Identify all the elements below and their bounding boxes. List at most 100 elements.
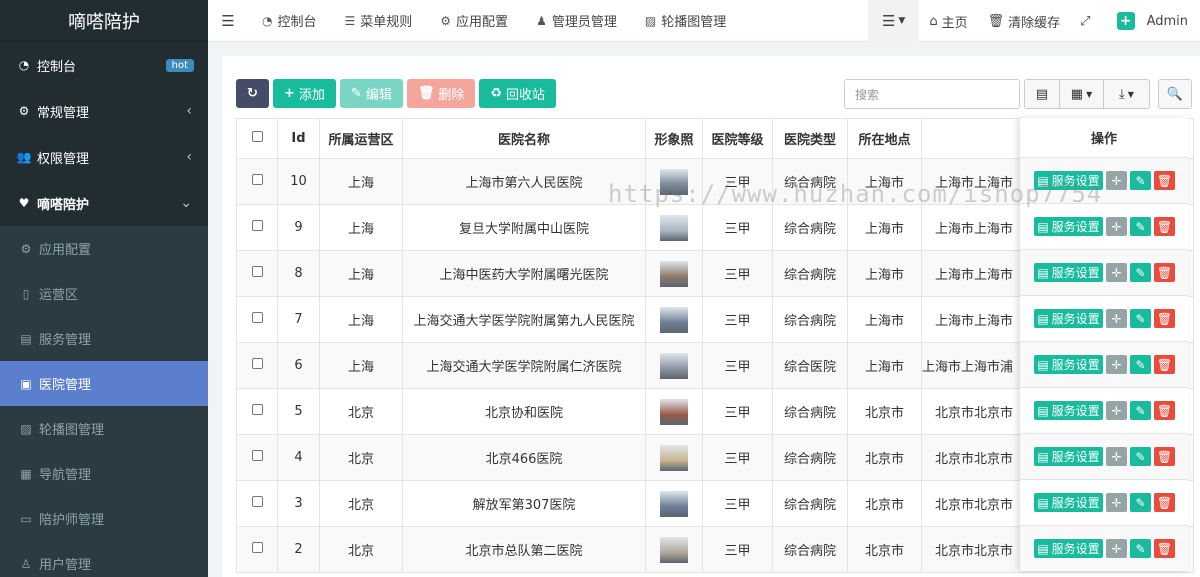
sidebar-item-operation-area[interactable]: ▯ 运营区: [0, 271, 208, 316]
user-menu[interactable]: + Admin: [1101, 0, 1200, 42]
hospital-photo-thumbnail[interactable]: [660, 260, 688, 287]
sidebar-item-didaph[interactable]: ♥ 嘀嗒陪护 ⌄: [0, 180, 208, 226]
drag-sort-button[interactable]: ✛: [1106, 171, 1127, 190]
sidebar-item-navigation[interactable]: ▦ 导航管理: [0, 451, 208, 496]
sidebar-item-permission[interactable]: 👥 权限管理 ‹: [0, 134, 208, 180]
row-delete-button[interactable]: 🗑: [1154, 263, 1175, 282]
col-header[interactable]: 形象照: [645, 118, 703, 159]
tab-banner[interactable]: ▨ 轮播图管理: [631, 0, 740, 42]
row-delete-button[interactable]: 🗑: [1154, 401, 1175, 420]
drag-sort-button[interactable]: ✛: [1106, 309, 1127, 328]
delete-button[interactable]: 🗑 删除: [406, 79, 476, 108]
checkbox-cell[interactable]: [236, 204, 278, 251]
row-delete-button[interactable]: 🗑: [1154, 217, 1175, 236]
home-button[interactable]: ⌂ 主页: [919, 0, 977, 42]
col-header[interactable]: 医院等级: [702, 118, 773, 159]
tab-dashboard[interactable]: ◔ 控制台: [248, 0, 331, 42]
row-edit-button[interactable]: ✎: [1130, 539, 1151, 558]
checkbox-cell[interactable]: [236, 434, 278, 481]
clear-cache-button[interactable]: 🗑 清除缓存: [978, 0, 1071, 42]
row-delete-button[interactable]: 🗑: [1154, 355, 1175, 374]
checkbox-cell[interactable]: [236, 388, 278, 435]
toggle-view-button[interactable]: ▤: [1024, 79, 1060, 109]
row-delete-button[interactable]: 🗑: [1154, 539, 1175, 558]
service-settings-button[interactable]: ▤ 服务设置: [1034, 217, 1103, 236]
row-checkbox[interactable]: [251, 220, 263, 231]
hospital-photo-thumbnail[interactable]: [660, 168, 688, 195]
row-checkbox[interactable]: [251, 312, 263, 323]
sidebar-item-service[interactable]: ▤ 服务管理: [0, 316, 208, 361]
row-edit-button[interactable]: ✎: [1130, 447, 1151, 466]
hospital-photo-thumbnail[interactable]: [660, 214, 688, 241]
row-delete-button[interactable]: 🗑: [1154, 171, 1175, 190]
col-header[interactable]: 医院名称: [402, 118, 646, 159]
drag-sort-button[interactable]: ✛: [1106, 355, 1127, 374]
hospital-photo-thumbnail[interactable]: [660, 536, 688, 563]
drag-sort-button[interactable]: ✛: [1106, 447, 1127, 466]
hospital-photo-thumbnail[interactable]: [660, 444, 688, 471]
columns-button[interactable]: ▦ ▼: [1060, 79, 1104, 109]
service-settings-button[interactable]: ▤ 服务设置: [1034, 263, 1103, 282]
hospital-photo-thumbnail[interactable]: [660, 306, 688, 333]
row-checkbox[interactable]: [251, 174, 263, 185]
tabs-dropdown-button[interactable]: ☰ ▼: [867, 0, 920, 42]
drag-sort-button[interactable]: ✛: [1106, 539, 1127, 558]
checkbox-cell[interactable]: [236, 296, 278, 343]
select-all-cell[interactable]: [236, 118, 278, 159]
row-edit-button[interactable]: ✎: [1130, 263, 1151, 282]
brand-logo[interactable]: 嘀嗒陪护: [0, 0, 208, 42]
row-checkbox[interactable]: [251, 542, 263, 553]
search-toggle-button[interactable]: 🔍: [1158, 79, 1192, 109]
menu-toggle-icon[interactable]: ☰: [208, 0, 248, 42]
row-delete-button[interactable]: 🗑: [1154, 493, 1175, 512]
add-button[interactable]: + 添加: [273, 79, 336, 108]
col-header[interactable]: 医院类型: [772, 118, 848, 159]
hospital-photo-thumbnail[interactable]: [660, 352, 688, 379]
service-settings-button[interactable]: ▤ 服务设置: [1034, 355, 1103, 374]
service-settings-button[interactable]: ▤ 服务设置: [1034, 171, 1103, 190]
service-settings-button[interactable]: ▤ 服务设置: [1034, 401, 1103, 420]
sidebar-item-hospital[interactable]: ▣ 医院管理: [0, 361, 208, 406]
drag-sort-button[interactable]: ✛: [1106, 493, 1127, 512]
search-input[interactable]: 搜索: [844, 79, 1020, 109]
select-all-checkbox[interactable]: [251, 131, 263, 142]
checkbox-cell[interactable]: [236, 526, 278, 573]
row-edit-button[interactable]: ✎: [1130, 401, 1151, 420]
service-settings-button[interactable]: ▤ 服务设置: [1034, 309, 1103, 328]
checkbox-cell[interactable]: [236, 342, 278, 389]
service-settings-button[interactable]: ▤ 服务设置: [1034, 447, 1103, 466]
col-header[interactable]: Id: [277, 118, 320, 159]
row-edit-button[interactable]: ✎: [1130, 309, 1151, 328]
tab-app-config[interactable]: ⚙ 应用配置: [426, 0, 522, 42]
hospital-photo-thumbnail[interactable]: [660, 490, 688, 517]
row-delete-button[interactable]: 🗑: [1154, 447, 1175, 466]
row-edit-button[interactable]: ✎: [1130, 493, 1151, 512]
tab-admin[interactable]: ♟ 管理员管理: [522, 0, 631, 42]
row-checkbox[interactable]: [251, 450, 263, 461]
row-edit-button[interactable]: ✎: [1130, 171, 1151, 190]
checkbox-cell[interactable]: [236, 480, 278, 527]
sidebar-item-banner[interactable]: ▨ 轮播图管理: [0, 406, 208, 451]
sidebar-item-general[interactable]: ⚙ 常规管理 ‹: [0, 88, 208, 134]
row-edit-button[interactable]: ✎: [1130, 217, 1151, 236]
row-delete-button[interactable]: 🗑: [1154, 309, 1175, 328]
col-header[interactable]: 所在地点: [847, 118, 922, 159]
refresh-button[interactable]: ↻: [236, 79, 269, 108]
hospital-photo-thumbnail[interactable]: [660, 398, 688, 425]
recycle-bin-button[interactable]: ♻ 回收站: [479, 79, 557, 108]
fullscreen-button[interactable]: ⤢: [1070, 0, 1100, 42]
row-checkbox[interactable]: [251, 404, 263, 415]
row-checkbox[interactable]: [251, 358, 263, 369]
export-button[interactable]: ⤓ ▼: [1104, 79, 1150, 109]
service-settings-button[interactable]: ▤ 服务设置: [1034, 493, 1103, 512]
sidebar-item-dashboard[interactable]: ◔ 控制台 hot: [0, 42, 208, 88]
drag-sort-button[interactable]: ✛: [1106, 263, 1127, 282]
row-checkbox[interactable]: [251, 496, 263, 507]
tab-menu-rules[interactable]: ☰ 菜单规则: [331, 0, 427, 42]
col-header[interactable]: 所属运营区: [319, 118, 403, 159]
drag-sort-button[interactable]: ✛: [1106, 217, 1127, 236]
row-edit-button[interactable]: ✎: [1130, 355, 1151, 374]
edit-button[interactable]: ✎ 编辑: [339, 79, 403, 108]
row-checkbox[interactable]: [251, 266, 263, 277]
sidebar-item-app-config[interactable]: ⚙ 应用配置: [0, 226, 208, 271]
